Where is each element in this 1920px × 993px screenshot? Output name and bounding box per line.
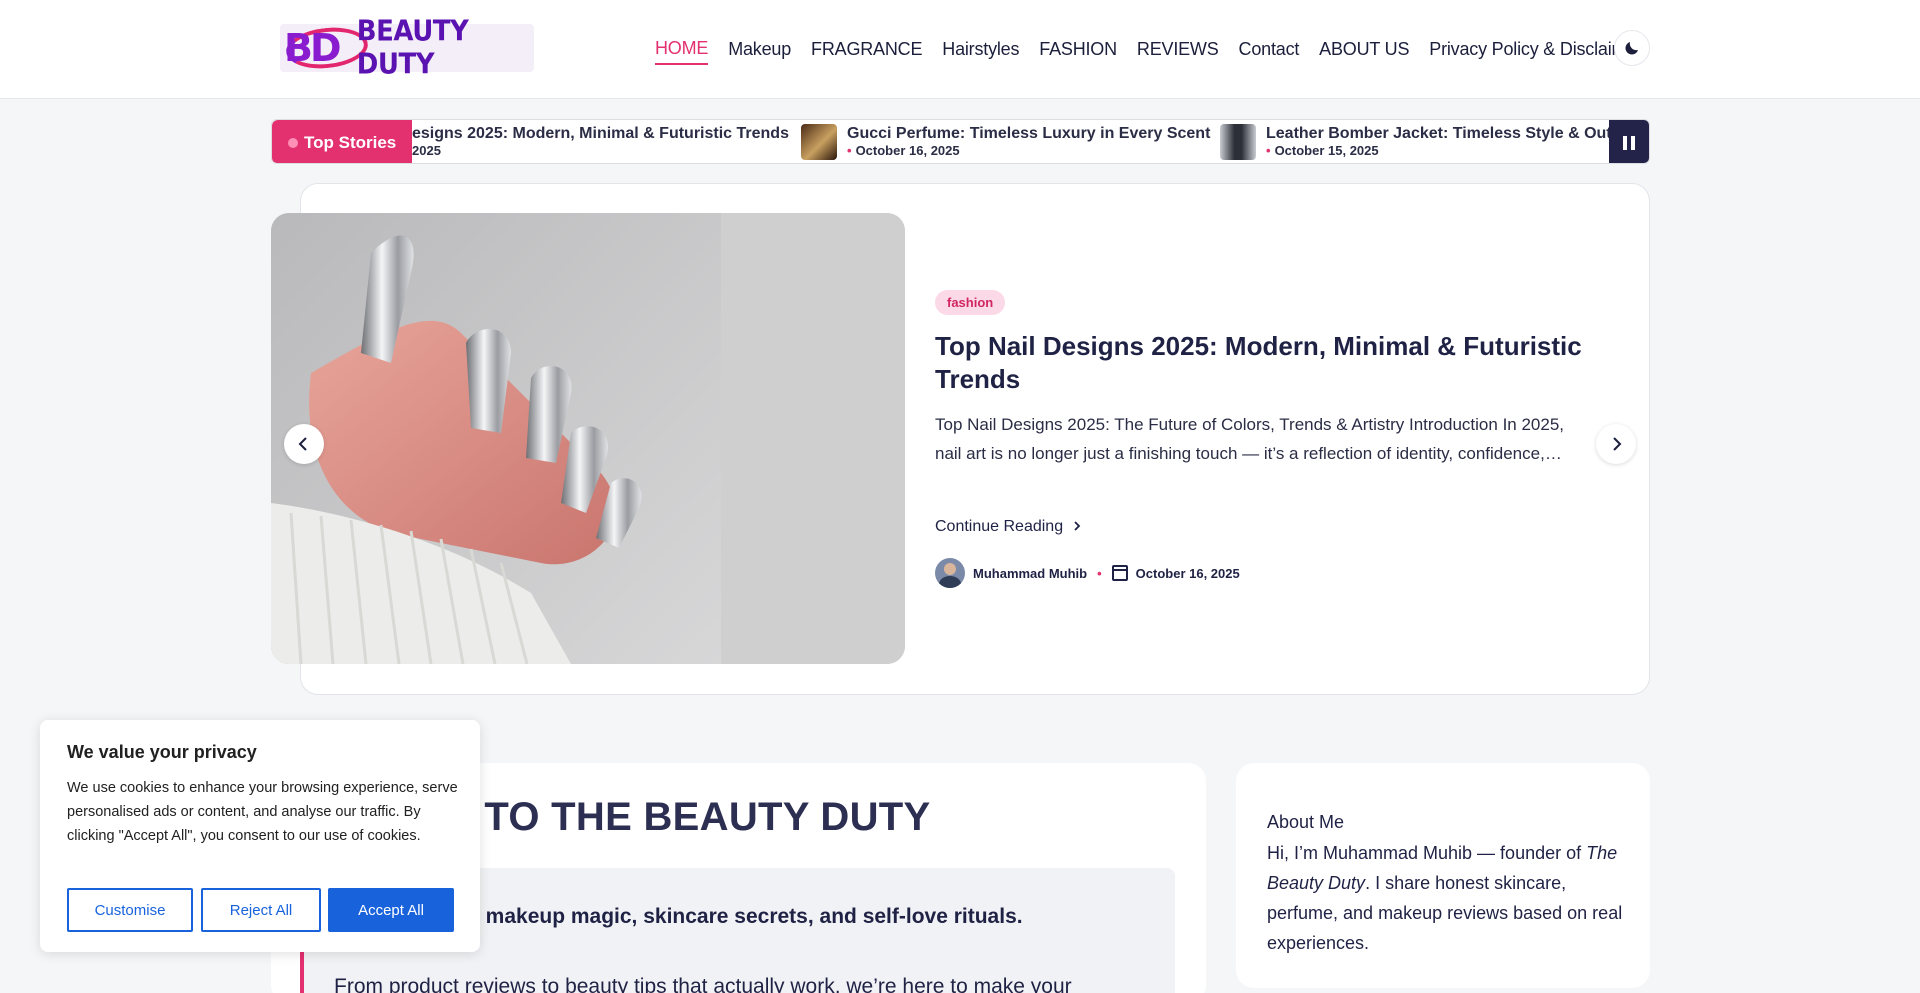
ticker-thumbnail[interactable] xyxy=(1220,124,1256,160)
post-meta: Muhammad Muhib • October 16, 2025 xyxy=(935,558,1240,588)
ticker-item-title[interactable]: Leather Bomber Jacket: Timeless Style & … xyxy=(1266,125,1611,143)
top-stories-label: Top Stories xyxy=(272,120,412,163)
featured-title[interactable]: Top Nail Designs 2025: Modern, Minimal &… xyxy=(935,330,1595,396)
ticker-item-date: • October 16, 2025 xyxy=(847,143,960,158)
accept-all-button[interactable]: Accept All xyxy=(328,888,454,932)
ticker-item[interactable]: Gucci Perfume: Timeless Luxury in Every … xyxy=(801,124,1210,160)
logo-text: BEAUTY DUTY xyxy=(356,15,469,81)
cookie-title: We value your privacy xyxy=(67,742,257,762)
cookie-text: We use cookies to enhance your browsing … xyxy=(67,780,458,844)
nav-contact[interactable]: Contact xyxy=(1239,39,1300,64)
ticker-item[interactable]: Leather Bomber Jacket: Timeless Style & … xyxy=(1220,124,1611,160)
about-me-title: About Me xyxy=(1267,812,1345,832)
logo-mark-text: BD xyxy=(284,26,341,70)
site-logo[interactable]: BD BEAUTY DUTY xyxy=(280,15,534,81)
nav-privacy-policy[interactable]: Privacy Policy & Disclaimer xyxy=(1429,39,1642,64)
ticker-item-title[interactable]: esigns 2025: Modern, Minimal & Futuristi… xyxy=(412,125,789,143)
reject-all-button[interactable]: Reject All xyxy=(201,888,321,932)
meta-separator: • xyxy=(1097,565,1102,581)
ticker-thumbnail[interactable] xyxy=(801,124,837,160)
about-me-text: Hi, I’m Muhammad Muhib — founder of The … xyxy=(1267,843,1623,953)
nail-photo xyxy=(271,213,905,664)
ticker-item-date: 2025 xyxy=(412,143,441,158)
quote-text: From product reviews to beauty tips that… xyxy=(334,975,1072,993)
nav-about-us[interactable]: ABOUT US xyxy=(1319,39,1409,64)
ticker-item[interactable]: esigns 2025: Modern, Minimal & Futuristi… xyxy=(412,124,789,160)
nav-home[interactable]: HOME xyxy=(655,38,708,65)
author-name[interactable]: Muhammad Muhib xyxy=(973,566,1087,581)
main-nav: HOME Makeup FRAGRANCE Hairstyles FASHION… xyxy=(655,38,1662,65)
logo-mark: BD xyxy=(280,23,370,73)
nav-hairstyles[interactable]: Hairstyles xyxy=(942,39,1019,64)
category-tag[interactable]: fashion xyxy=(935,290,1006,315)
live-dot-icon xyxy=(288,137,298,148)
calendar-icon xyxy=(1111,565,1128,581)
ticker-track: esigns 2025: Modern, Minimal & Futuristi… xyxy=(412,120,1611,163)
chevron-right-icon xyxy=(1613,437,1622,451)
featured-excerpt: Top Nail Designs 2025: The Future of Col… xyxy=(935,415,1565,463)
post-date[interactable]: October 16, 2025 xyxy=(1136,566,1240,581)
ticker-pause-button[interactable] xyxy=(1609,120,1649,163)
featured-image[interactable] xyxy=(271,213,905,664)
nav-fragrance[interactable]: FRAGRANCE xyxy=(811,39,922,64)
author-avatar[interactable] xyxy=(935,558,965,588)
customise-button[interactable]: Customise xyxy=(67,888,193,932)
top-stories-ticker: Top Stories esigns 2025: Modern, Minimal… xyxy=(271,119,1650,164)
continue-reading-link[interactable]: Continue Reading xyxy=(935,518,1082,536)
nav-makeup[interactable]: Makeup xyxy=(728,39,791,64)
slider-next-button[interactable] xyxy=(1596,424,1636,464)
moon-icon xyxy=(1625,42,1638,55)
nav-reviews[interactable]: REVIEWS xyxy=(1137,39,1219,64)
chevron-right-icon xyxy=(1073,521,1080,531)
continue-reading-text: Continue Reading xyxy=(935,518,1064,535)
site-header: BD BEAUTY DUTY HOME Makeup FRAGRANCE Hai… xyxy=(0,0,1920,99)
nav-fashion[interactable]: FASHION xyxy=(1039,39,1117,64)
cookie-consent-banner: We value your privacy We use cookies to … xyxy=(40,720,480,952)
slider-prev-button[interactable] xyxy=(284,424,324,464)
ticker-item-title[interactable]: Gucci Perfume: Timeless Luxury in Every … xyxy=(847,125,1210,143)
chevron-left-icon xyxy=(298,437,307,451)
top-stories-text: Top Stories xyxy=(304,132,397,152)
ticker-item-date: • October 15, 2025 xyxy=(1266,143,1379,158)
dark-mode-toggle[interactable] xyxy=(1614,30,1650,66)
